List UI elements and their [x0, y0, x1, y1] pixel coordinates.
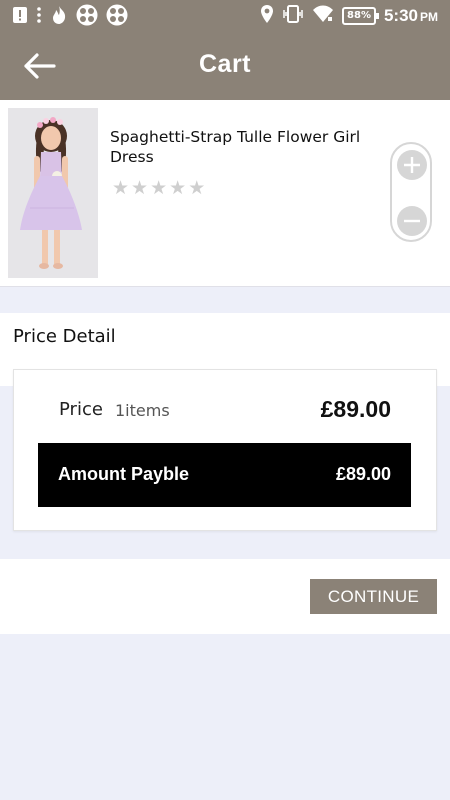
product-name[interactable]: Spaghetti-Strap Tulle Flower Girl Dress	[110, 127, 380, 167]
plus-icon	[404, 157, 420, 173]
price-value: £89.00	[320, 396, 391, 422]
vibrate-icon	[282, 4, 304, 28]
app-bar: Cart	[0, 32, 450, 100]
price-card: Price 1items £89.00 Amount Payble £89.00	[13, 369, 437, 531]
star-icon: ★	[150, 177, 168, 199]
price-label: Price	[59, 399, 103, 420]
status-bar: 88% 5:30 PM	[0, 0, 450, 32]
items-count: 1items	[115, 401, 170, 420]
clock-ampm: PM	[420, 10, 438, 24]
amount-payable-label: Amount Payble	[58, 464, 190, 484]
continue-button[interactable]: CONTINUE	[310, 579, 437, 614]
grid-app-icon	[76, 4, 98, 30]
page-title: Cart	[198, 50, 251, 78]
amount-payable-bar: Amount Payble £89.00	[38, 443, 411, 507]
alert-icon	[12, 6, 28, 28]
price-detail-title: Price Detail	[13, 326, 116, 347]
amount-payable-value: £89.00	[335, 464, 391, 484]
clock-time: 5:30	[383, 6, 418, 25]
decrease-quantity-button[interactable]	[397, 206, 427, 236]
quantity-stepper	[390, 142, 432, 242]
wifi-icon	[312, 5, 334, 27]
increase-quantity-button[interactable]	[397, 150, 427, 180]
grid-app-icon	[106, 4, 128, 30]
footer: CONTINUE	[0, 559, 450, 634]
more-vert-icon	[36, 6, 42, 28]
flame-icon	[50, 5, 68, 29]
minus-icon	[404, 219, 420, 223]
location-icon	[260, 4, 274, 28]
star-icon: ★	[188, 177, 206, 199]
cart-item[interactable]: Spaghetti-Strap Tulle Flower Girl Dress …	[0, 100, 450, 287]
product-image[interactable]	[8, 108, 98, 278]
star-icon: ★	[131, 177, 149, 199]
battery-icon: 88%	[342, 7, 379, 25]
star-icon: ★	[169, 177, 187, 199]
rating-stars: ★ ★ ★ ★ ★	[112, 178, 205, 198]
clock: 5:30 PM	[384, 6, 438, 26]
star-icon: ★	[112, 177, 130, 199]
